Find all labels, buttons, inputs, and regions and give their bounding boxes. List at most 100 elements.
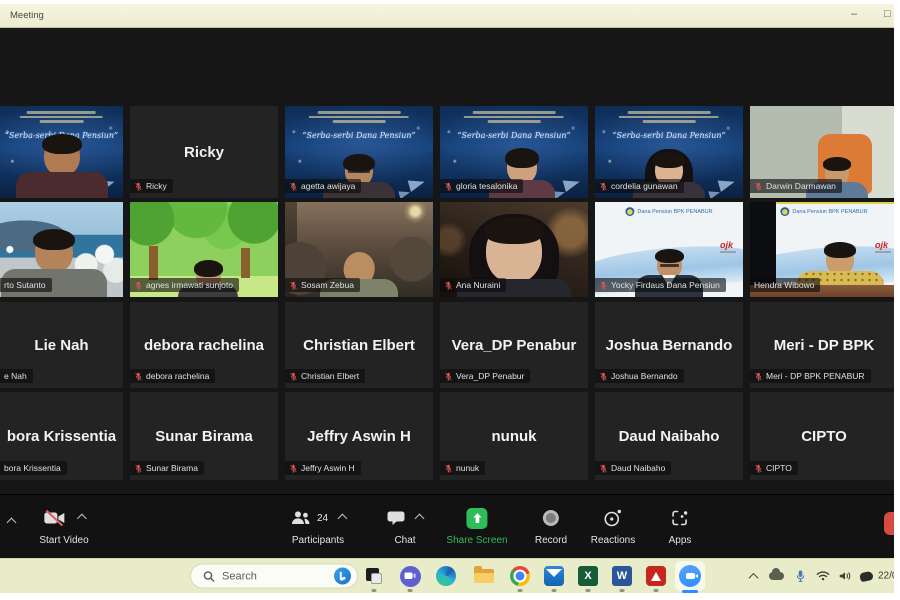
participant-avatar (16, 136, 108, 198)
participant-label: gloria tesalonika (440, 179, 523, 193)
tray-microphone-icon[interactable] (791, 567, 809, 585)
video-tile[interactable]: Vera_DP PenaburVera_DP Penabur (440, 302, 588, 388)
bing-icon[interactable] (334, 568, 351, 585)
video-tile[interactable]: Darwin Darmawan (750, 106, 894, 198)
video-tile[interactable]: “Serba-serbi Dana Pensiun” (0, 106, 123, 198)
video-tile[interactable]: Lie Nahe Nah (0, 302, 123, 388)
teams-chat-icon[interactable] (399, 565, 421, 587)
video-tile[interactable]: CIPTOCIPTO (750, 392, 894, 480)
muted-mic-icon (289, 372, 298, 381)
muted-mic-icon (444, 372, 453, 381)
muted-mic-icon (444, 182, 453, 191)
pointer-device-icon[interactable] (857, 567, 875, 585)
desktop: Meeting – □ “Serba-serbi Dana Pensiun”Ri… (0, 0, 900, 600)
muted-mic-icon (754, 182, 763, 191)
banner-small-text-decor (616, 111, 723, 123)
participant-label: Darwin Darmawan (750, 179, 842, 193)
meeting-toolbar: Start Video 24 Participants (0, 494, 894, 558)
participant-label: agnes irmawati sunjoto (130, 278, 239, 292)
ojk-logo: ojk (720, 240, 736, 253)
participant-label: cordelia gunawan (595, 179, 684, 193)
banner-title: “Serba-serbi Dana Pensiun” (285, 131, 433, 140)
acrobat-icon[interactable] (645, 565, 667, 587)
tray-chevron-up-icon[interactable] (744, 567, 762, 585)
record-label: Record (535, 535, 567, 546)
participants-count: 24 (317, 513, 328, 524)
wifi-icon[interactable] (814, 567, 832, 585)
share-screen-label: Share Screen (446, 535, 507, 546)
video-tile[interactable]: Daud NaibahoDaud Naibaho (595, 392, 743, 480)
participant-label: Yocky Firdaus Dana Pensiun (595, 278, 726, 292)
banner-paper-plane-decor (718, 176, 737, 192)
task-view-icon[interactable] (363, 565, 385, 587)
muted-mic-icon (134, 372, 143, 381)
muted-mic-icon (134, 464, 143, 473)
muted-mic-icon (599, 182, 608, 191)
video-camera-off-icon (43, 510, 67, 526)
video-tile[interactable]: Sunar BiramaSunar Birama (130, 392, 278, 480)
muted-mic-icon (599, 372, 608, 381)
volume-icon[interactable] (836, 567, 854, 585)
onedrive-icon[interactable] (767, 567, 785, 585)
video-tile[interactable]: bora Krissentiabora Krissentia (0, 392, 123, 480)
participant-label: Ricky (130, 179, 173, 193)
share-screen-button[interactable]: Share Screen (446, 508, 507, 546)
video-tile[interactable]: rto Sutanto (0, 202, 123, 297)
search-icon (203, 570, 215, 582)
file-explorer-icon[interactable] (473, 567, 495, 585)
chat-label: Chat (394, 535, 415, 546)
muted-mic-icon (754, 464, 763, 473)
start-video-label: Start Video (39, 535, 88, 546)
banner-paper-plane-decor (563, 176, 582, 192)
windows-start-icon[interactable] (157, 567, 175, 585)
video-tile[interactable]: debora rachelinadebora rachelina (130, 302, 278, 388)
audio-options-caret[interactable] (7, 518, 17, 528)
video-tile[interactable]: Sosam Zebua (285, 202, 433, 297)
video-tile[interactable]: “Serba-serbi Dana Pensiun”agetta awijaya (285, 106, 433, 198)
participants-button[interactable]: 24 Participants (290, 508, 346, 546)
video-tile[interactable]: Dana Pensiun BPK PENABURojkYocky Firdaus… (595, 202, 743, 297)
chat-button[interactable]: Chat (387, 508, 423, 546)
excel-icon[interactable]: X (577, 565, 599, 587)
chrome-icon[interactable] (509, 565, 531, 587)
start-video-button[interactable]: Start Video (39, 508, 88, 546)
video-options-caret[interactable] (77, 513, 87, 523)
video-tile[interactable]: “Serba-serbi Dana Pensiun”gloria tesalon… (440, 106, 588, 198)
participants-options-caret[interactable] (338, 513, 348, 523)
participant-label: Vera_DP Penabur (440, 369, 530, 383)
mail-icon[interactable] (543, 565, 565, 587)
video-grid: “Serba-serbi Dana Pensiun”RickyRicky“Ser… (0, 4, 894, 558)
video-tile[interactable]: “Serba-serbi Dana Pensiun”cordelia gunaw… (595, 106, 743, 198)
video-tile[interactable]: Dana Pensiun BPK PENABURojkHendra Wibowo (750, 202, 894, 297)
share-screen-icon (467, 508, 488, 529)
dp-penabur-logo: Dana Pensiun BPK PENABUR (780, 207, 867, 216)
participant-label: e Nah (0, 369, 33, 383)
chat-options-caret[interactable] (415, 513, 425, 523)
end-meeting-button[interactable] (884, 512, 894, 535)
video-tile[interactable]: Ana Nuraini (440, 202, 588, 297)
video-tile[interactable]: Christian ElbertChristian Elbert (285, 302, 433, 388)
participant-label: Hendra Wibowo (750, 278, 820, 292)
taskbar-search[interactable]: Search (190, 564, 358, 589)
zoom-app-icon[interactable] (675, 561, 705, 591)
muted-mic-icon (134, 182, 143, 191)
record-button[interactable]: Record (535, 508, 567, 546)
muted-mic-icon (599, 281, 608, 290)
video-tile[interactable]: nunuknunuk (440, 392, 588, 480)
participant-label: nunuk (440, 461, 485, 475)
video-tile[interactable]: RickyRicky (130, 106, 278, 198)
participants-icon (290, 510, 312, 526)
participant-label: bora Krissentia (0, 461, 67, 475)
reactions-button[interactable]: Reactions (591, 508, 635, 546)
video-tile[interactable]: agnes irmawati sunjoto (130, 202, 278, 297)
apps-icon (671, 509, 689, 527)
participant-label: Jeffry Aswin H (285, 461, 361, 475)
video-tile[interactable]: Meri - DP BPKMeri - DP BPK PENABUR (750, 302, 894, 388)
taskbar-clock[interactable]: 22/0 (878, 571, 894, 582)
record-icon (541, 508, 561, 528)
video-tile[interactable]: Jeffry Aswin HJeffry Aswin H (285, 392, 433, 480)
apps-button[interactable]: Apps (669, 508, 692, 546)
video-tile[interactable]: Joshua BernandoJoshua Bernando (595, 302, 743, 388)
edge-icon[interactable] (435, 565, 457, 587)
word-icon[interactable]: W (611, 565, 633, 587)
